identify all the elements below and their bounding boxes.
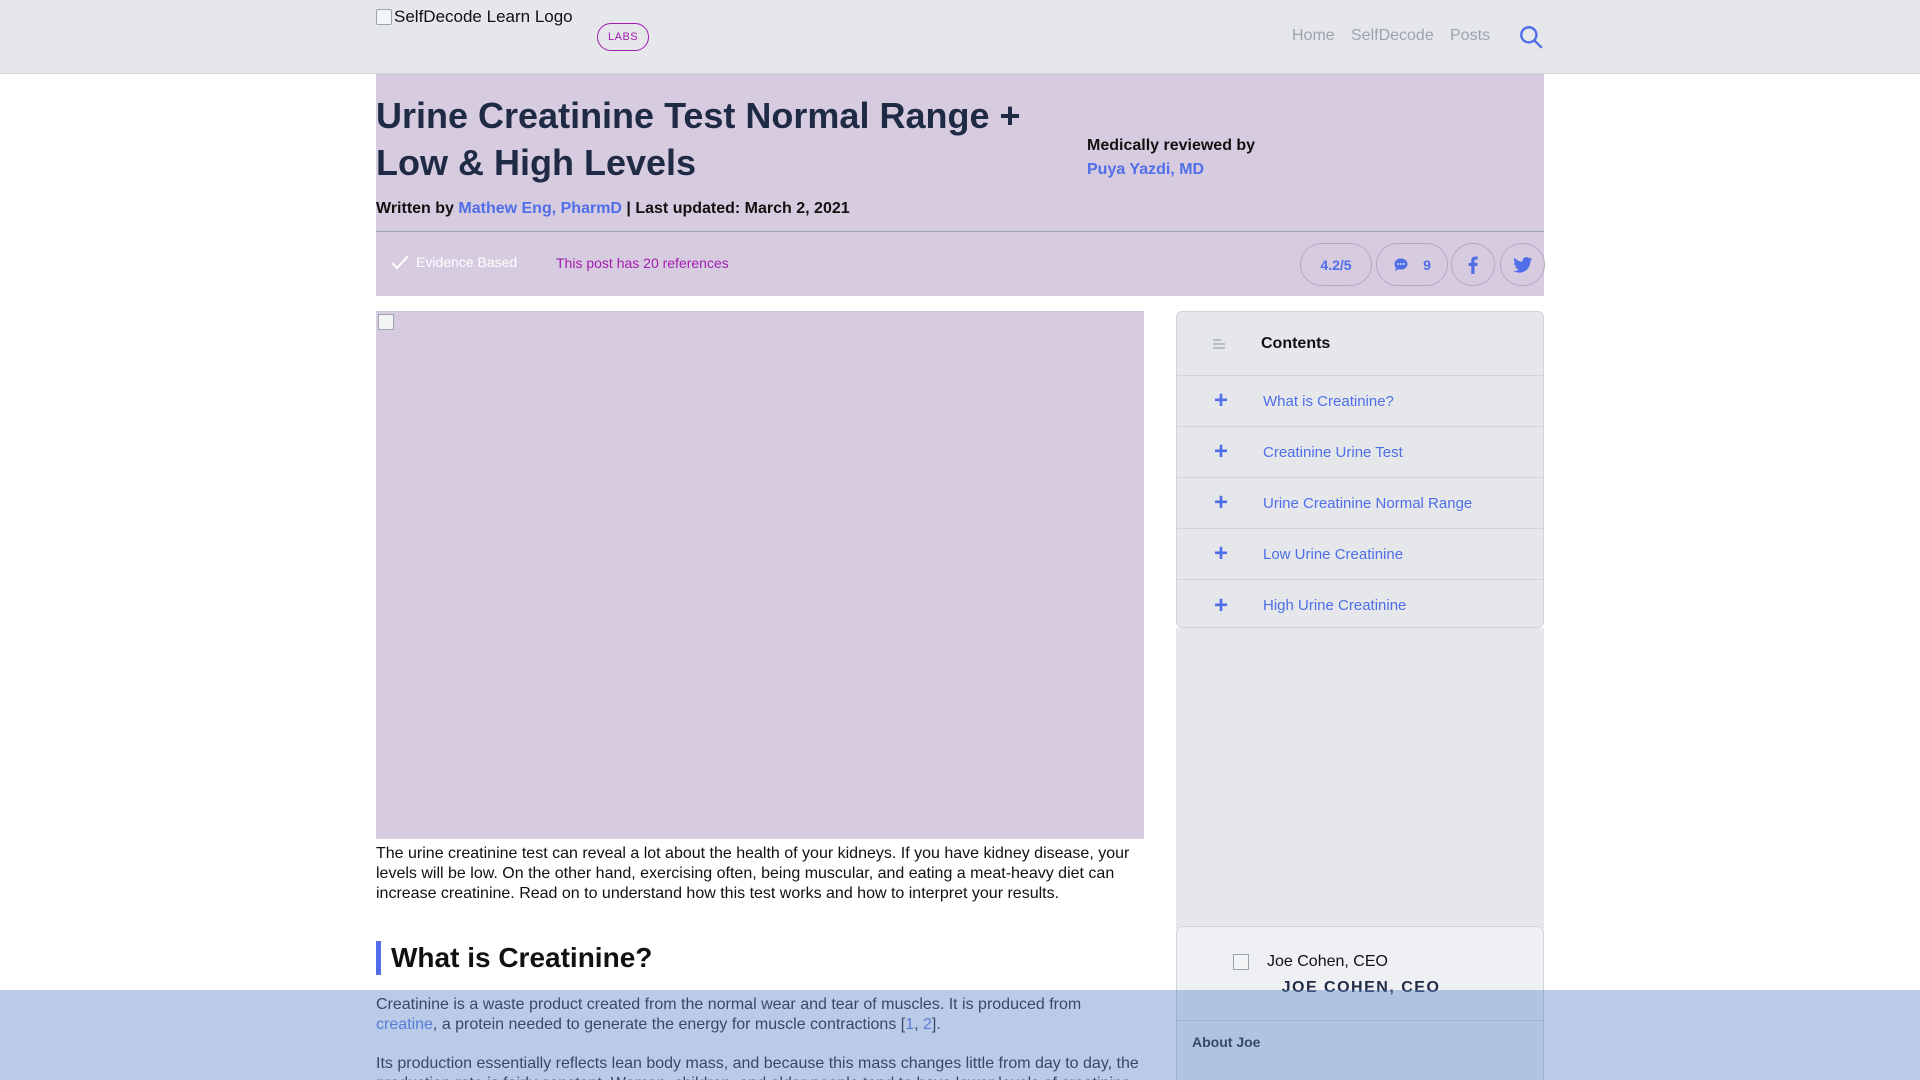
plus-icon: + [1213,540,1228,567]
nav-home[interactable]: Home [1292,27,1335,45]
intro-paragraph: The urine creatinine test can reveal a l… [376,845,1130,902]
evidence-label: Evidence Based [416,254,518,270]
comments-button[interactable]: 9 [1376,243,1448,286]
page-title: Urine Creatinine Test Normal Range + Low… [376,95,1021,183]
toc-item[interactable]: + Urine Creatinine Normal Range [1177,478,1543,529]
table-of-contents: Contents + What is Creatinine? + Creatin… [1176,311,1544,628]
toc-label: Creatinine Urine Test [1263,443,1403,461]
toc-item[interactable]: + High Urine Creatinine [1177,580,1543,627]
plus-icon: + [1213,387,1228,414]
twitter-icon [1512,256,1532,273]
sidebar-spacer [1176,628,1544,928]
rating-button[interactable]: 4.2/5 [1300,243,1372,286]
article-header: Urine Creatinine Test Normal Range + Low… [376,74,1545,296]
plus-icon: + [1213,489,1228,516]
plus-icon: + [1213,438,1228,465]
divider [376,231,1544,232]
toc-label: Low Urine Creatinine [1263,545,1404,563]
author-link[interactable]: Mathew Eng, PharmD [458,200,622,217]
site-logo[interactable]: SelfDecode Learn Logo [376,7,573,27]
logo-alt-text: SelfDecode Learn Logo [394,7,573,26]
search-icon[interactable] [1518,24,1544,50]
facebook-icon [1468,256,1478,274]
reviewer-link[interactable]: Puya Yazdi, MD [1087,161,1204,179]
toc-label: High Urine Creatinine [1263,597,1407,614]
toc-item[interactable]: + Creatinine Urine Test [1177,427,1543,478]
toc-header[interactable]: Contents [1177,312,1543,376]
broken-image-icon [376,9,392,25]
toc-title: Contents [1261,334,1331,352]
plus-icon: + [1213,591,1228,619]
references-link[interactable]: This post has 20 references [556,255,729,271]
reviewed-by-label: Medically reviewed by [1087,137,1256,154]
labs-badge[interactable]: LABS [597,23,650,51]
check-icon [391,255,409,270]
featured-image [376,311,1144,839]
avatar-alt-text: Joe Cohen, CEO [1267,953,1388,970]
evidence-based-badge[interactable]: Evidence Based [390,254,517,270]
comment-icon [1394,258,1408,271]
nav-posts[interactable]: Posts [1450,27,1490,45]
broken-image-icon [378,314,394,330]
twitter-share-button[interactable] [1500,243,1545,286]
broken-image-icon [1233,954,1249,970]
section-heading: What is Creatinine? [376,941,652,975]
last-updated: | Last updated: March 2, 2021 [626,200,850,217]
top-navbar: SelfDecode Learn Logo LABS Home SelfDeco… [0,0,1920,74]
written-by-label: Written by [376,200,454,217]
bottom-overlay-banner [0,990,1920,1080]
toc-item[interactable]: + Low Urine Creatinine [1177,529,1543,580]
toc-label: Urine Creatinine Normal Range [1263,494,1473,512]
comments-count: 9 [1423,256,1431,273]
nav-selfdecode[interactable]: SelfDecode [1351,27,1434,45]
byline: Written by Mathew Eng, PharmD | Last upd… [376,200,850,218]
avatar: Joe Cohen, CEO [1233,953,1388,971]
facebook-share-button[interactable] [1451,243,1495,286]
toc-item[interactable]: + What is Creatinine? [1177,376,1543,427]
toc-label: What is Creatinine? [1263,392,1394,410]
list-icon [1213,338,1225,349]
